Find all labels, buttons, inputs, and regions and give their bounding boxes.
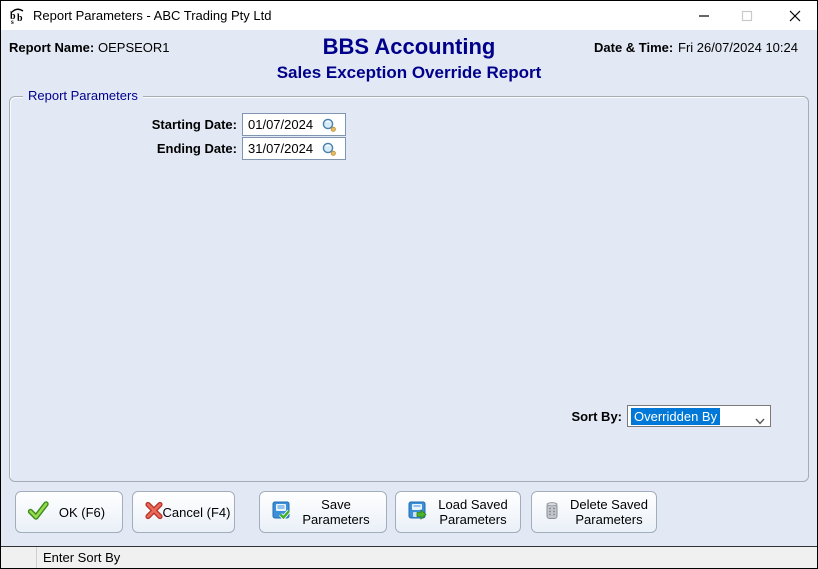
close-icon [789,10,801,21]
starting-date-label: Starting Date: [151,117,237,132]
save-parameters-button[interactable]: Save Parameters [259,491,387,533]
starting-date-lookup-button[interactable] [319,115,339,135]
window-title: Report Parameters - ABC Trading Pty Ltd [33,8,272,23]
datetime-label: Date & Time: [594,40,674,55]
trash-can-icon [543,501,561,524]
sort-by-selected-value: Overridden By [631,407,721,425]
load-saved-parameters-button[interactable]: Load Saved Parameters [395,491,521,533]
report-title: Sales Exception Override Report [276,63,542,82]
close-button[interactable] [775,1,815,30]
starting-date-input[interactable] [243,115,319,134]
report-parameters-groupbox: Report Parameters Starting Date: Ending … [9,88,809,482]
ending-date-field [242,137,346,160]
sort-by-combobox[interactable]: Overridden By [627,405,771,427]
magnifier-icon [322,142,336,156]
ending-date-label: Ending Date: [156,141,237,156]
report-parameters-window: b b s Report Parameters - ABC Trading Pt… [0,0,818,569]
minimize-button[interactable] [684,1,724,30]
svg-text:s: s [11,18,14,25]
green-check-icon [27,500,49,525]
app-logo-icon: b b s [8,6,27,26]
sort-by-label: Sort By: [571,409,622,424]
magnifier-icon [322,118,336,132]
starting-date-field [242,113,346,136]
ending-date-input[interactable] [243,139,319,158]
groupbox-legend: Report Parameters [23,88,143,103]
delete-saved-parameters-button[interactable]: Delete Saved Parameters [531,491,657,533]
titlebar: b b s Report Parameters - ABC Trading Pt… [1,1,817,30]
cancel-button[interactable]: Cancel (F4) [132,491,235,533]
ending-date-lookup-button[interactable] [319,139,339,159]
status-bar: Enter Sort By [1,546,817,568]
chevron-down-icon [755,413,765,428]
ok-button[interactable]: OK (F6) [15,491,123,533]
status-message: Enter Sort By [43,550,121,565]
datetime-value: Fri 26/07/2024 10:24 [678,40,798,55]
maximize-icon [741,10,753,21]
status-bar-left-cell [1,547,37,568]
save-disk-icon [271,500,292,524]
maximize-button-disabled [727,1,767,30]
load-disk-arrow-icon [407,500,428,524]
minimize-icon [699,14,709,17]
svg-text:b: b [17,13,23,24]
red-cross-icon [144,501,164,524]
